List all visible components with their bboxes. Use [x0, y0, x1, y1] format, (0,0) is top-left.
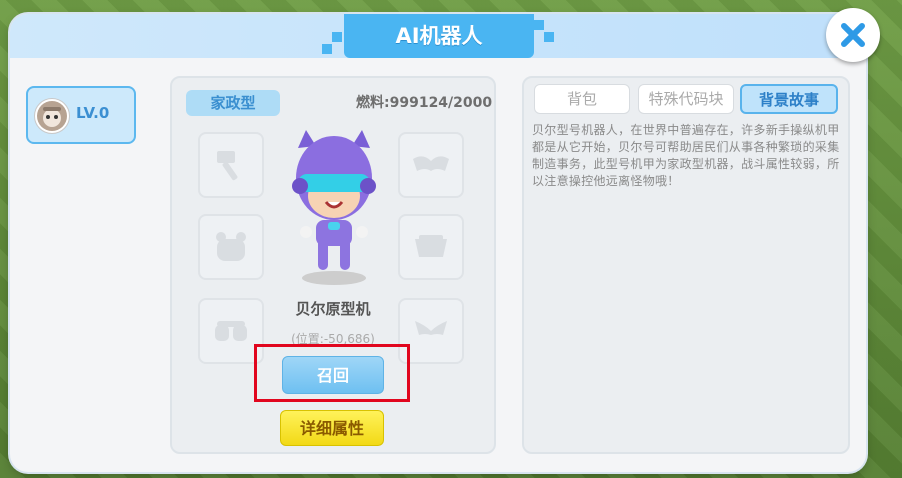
robot-type-tag: 家政型	[186, 90, 280, 116]
helmet-icon	[216, 232, 246, 261]
fuel-readout: 燃料:999124/2000	[356, 95, 493, 111]
equipment-slot-body[interactable]	[398, 214, 464, 280]
recall-highlight-box	[254, 344, 410, 402]
bow-icon	[415, 321, 447, 335]
boots-icon	[215, 321, 247, 341]
armor-icon	[415, 235, 447, 257]
banner-pixel-decoration	[322, 44, 332, 54]
equipment-slot-back[interactable]	[398, 132, 464, 198]
banner-pixel-decoration	[544, 32, 554, 42]
robot-character	[284, 128, 384, 288]
tab-backpack[interactable]: 背包	[534, 84, 630, 114]
details-button[interactable]: 详细属性	[280, 410, 384, 446]
equipment-slot-head[interactable]	[198, 214, 264, 280]
tab-special-code-blocks[interactable]: 特殊代码块	[638, 84, 734, 114]
close-button[interactable]	[826, 8, 880, 62]
equipment-slot-weapon[interactable]	[198, 132, 264, 198]
wings-icon	[413, 156, 449, 171]
robot-level-card[interactable]: LV.0	[26, 86, 136, 144]
banner-pixel-decoration	[332, 32, 342, 42]
robot-name: 贝尔原型机	[295, 300, 371, 318]
robot-avatar	[34, 98, 70, 134]
close-icon	[841, 23, 865, 47]
level-label: LV.0	[76, 104, 110, 122]
background-story-text: 贝尔型号机器人，在世界中普遍存在，许多新手操纵机甲都是从它开始，贝尔号可帮助居民…	[532, 123, 840, 188]
banner-pixel-decoration	[534, 20, 544, 30]
dialog-title: AI机器人	[395, 24, 483, 48]
hammer-icon	[217, 151, 238, 181]
tab-background-story[interactable]: 背景故事	[740, 84, 838, 114]
